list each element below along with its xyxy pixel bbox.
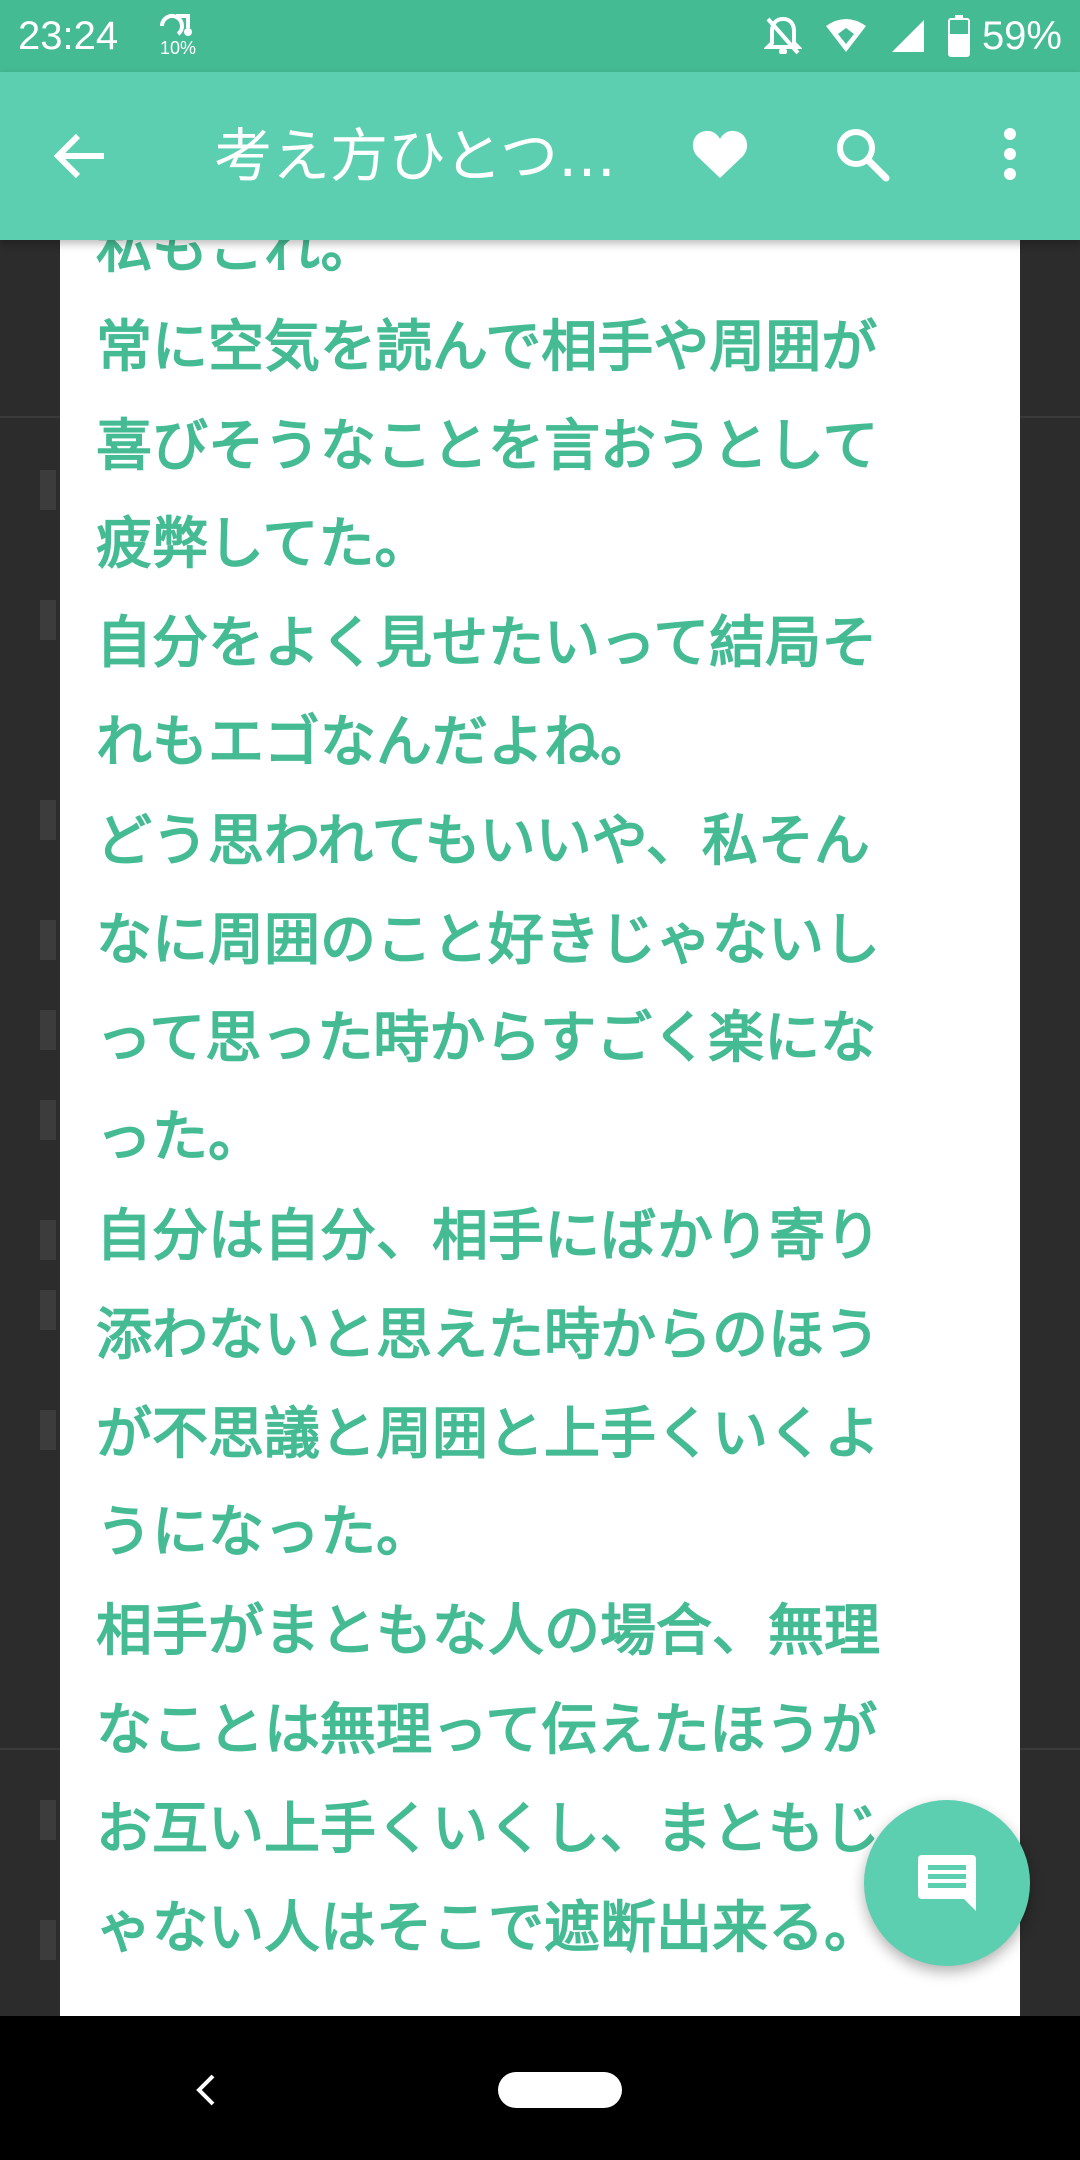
background-text-fragment: [40, 1220, 56, 1260]
status-time: 23:24: [18, 14, 119, 58]
system-navigation-bar: [0, 2016, 1080, 2160]
comment-line: なに周囲のこと好きじゃないし: [96, 907, 880, 973]
data-saver-percent: 10%: [160, 38, 197, 58]
search-button[interactable]: [826, 118, 898, 190]
comment-line: 常に空気を読んで相手や周囲が: [96, 314, 878, 380]
background-text-fragment: [40, 1800, 56, 1840]
comment-line: どう思われてもいいや、私そん: [96, 808, 870, 874]
background-text-fragment: [40, 1100, 56, 1140]
comment-line: 私もこれ。: [96, 240, 377, 281]
comment-line: ゃない人はそこで遮断出来る。: [96, 1895, 880, 1961]
more-vert-icon: [1004, 128, 1016, 180]
battery-icon: [947, 15, 970, 57]
background-text-fragment: [40, 800, 56, 840]
search-icon: [837, 129, 890, 182]
comment-fab-button[interactable]: [864, 1800, 1030, 1966]
comment-line: うになった。: [96, 1500, 432, 1566]
more-options-button[interactable]: [974, 118, 1046, 190]
comment-line: 自分は自分、相手にばかり寄り: [96, 1203, 882, 1269]
background-text-fragment: [40, 600, 56, 640]
comment-line: お互い上手くいくし、まともじ: [96, 1796, 880, 1862]
wifi-icon: [824, 18, 868, 54]
data-saver-icon: 10%: [158, 12, 202, 64]
notifications-off-icon: [763, 15, 802, 57]
heart-icon: [692, 130, 748, 178]
background-text-fragment: [40, 1920, 56, 1960]
background-text-fragment: [40, 1290, 56, 1330]
chevron-left-icon: [196, 2074, 215, 2106]
app-bar: 考え方ひとつ…: [0, 72, 1080, 240]
background-text-fragment: [40, 1410, 56, 1450]
page-title: 考え方ひとつ…: [214, 122, 616, 190]
back-arrow-icon: [54, 133, 104, 179]
cellular-signal-icon: [890, 18, 926, 54]
battery-percent: 59%: [981, 14, 1062, 58]
favorite-button[interactable]: [684, 118, 756, 190]
comment-line: 自分をよく見せたいって結局そ: [96, 611, 878, 677]
comment-line: れもエゴなんだよね。: [96, 709, 656, 775]
status-bar: 23:24 10% 59%: [0, 0, 1080, 72]
comment-line: った。: [96, 1105, 264, 1171]
comment-line: なことは無理って伝えたほうが: [96, 1697, 878, 1763]
nav-back-button[interactable]: [176, 2060, 236, 2120]
back-button[interactable]: [44, 120, 116, 192]
comment-detail-card[interactable]: 私もこれ。 常に空気を読んで相手や周囲が 喜びそうなことを言おうとして 疲弊して…: [60, 240, 1020, 2016]
comment-body: 私もこれ。 常に空気を読んで相手や周囲が 喜びそうなことを言おうとして 疲弊して…: [96, 240, 976, 1978]
background-text-fragment: [40, 1010, 56, 1050]
background-text-fragment: [40, 920, 56, 960]
nav-home-pill[interactable]: [498, 2072, 622, 2108]
comment-line: が不思議と周囲と上手くいくよ: [96, 1401, 880, 1467]
comment-line: 喜びそうなことを言おうとして: [96, 413, 879, 479]
comment-line: 添わないと思えた時からのほう: [96, 1302, 880, 1368]
background-text-fragment: [40, 470, 56, 510]
comment-icon: [918, 1855, 976, 1911]
comment-line: って思った時からすごく楽にな: [96, 1006, 877, 1072]
status-icons: 59%: [742, 10, 1062, 62]
comment-line: 相手がまともな人の場合、無理: [96, 1599, 880, 1665]
comment-line: 疲弊してた。: [96, 512, 431, 578]
